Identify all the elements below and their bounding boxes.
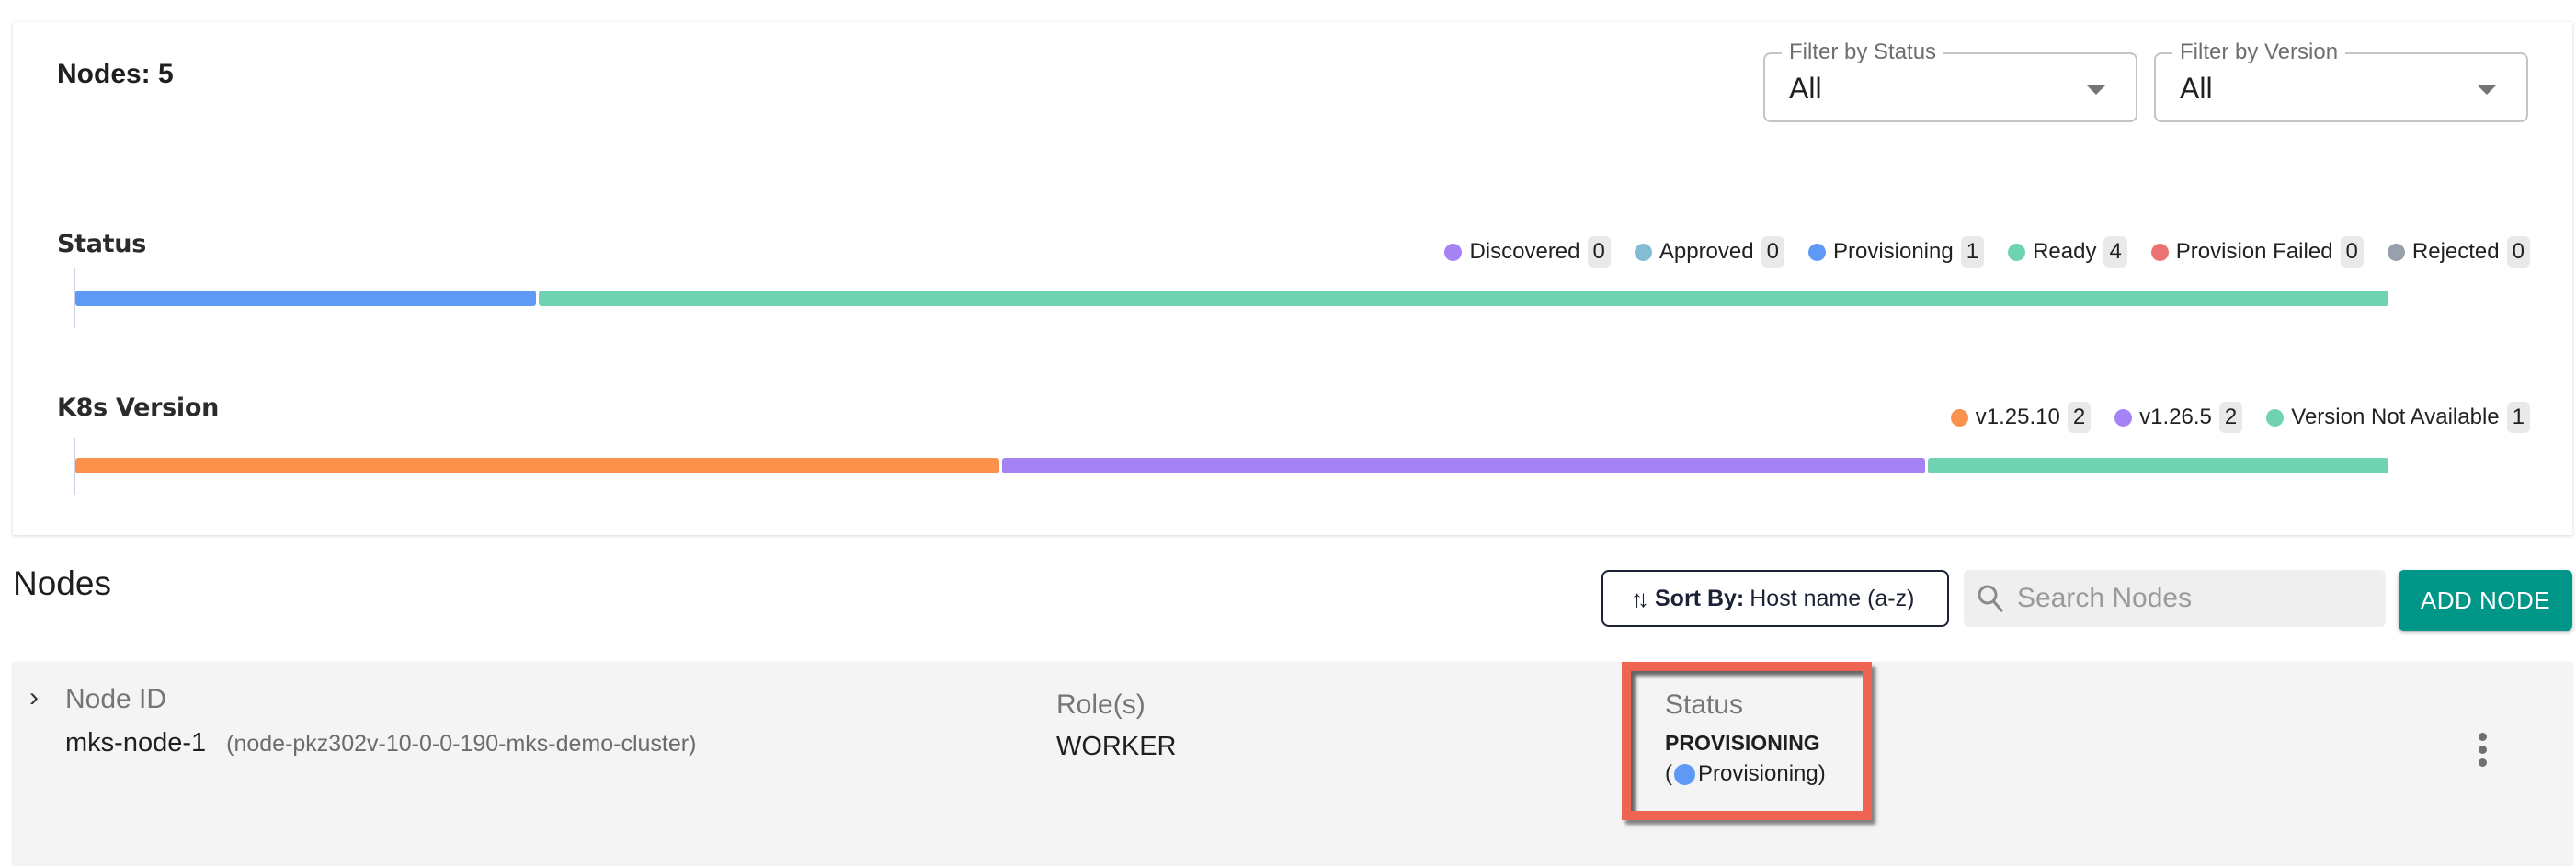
legend-item-provisioning: Provisioning 1 — [1807, 236, 1985, 268]
k8s-version-chart-legend: v1.25.10 2 v1.26.5 2 Version Not Available 1 — [1950, 402, 2530, 433]
legend-count-badge: 2 — [2218, 402, 2243, 433]
legend-item-approved: Approved 0 — [1634, 236, 1784, 268]
nodes-section-title: Nodes — [13, 564, 111, 602]
bar-segment-v1-26-5[interactable] — [1001, 458, 1926, 473]
legend-dot-icon — [1807, 243, 1826, 261]
expand-row-chevron-icon[interactable]: › — [29, 682, 39, 713]
legend-item-v1-26-5: v1.26.5 2 — [2114, 402, 2243, 433]
legend-item-v1-25-10: v1.25.10 2 — [1950, 402, 2092, 433]
legend-dot-icon — [1950, 408, 1968, 427]
sort-arrows-icon: ↑↓ — [1631, 584, 1649, 612]
legend-label: Provision Failed — [2175, 239, 2333, 264]
legend-count-badge: 4 — [2103, 236, 2127, 268]
legend-item-version-not-available: Version Not Available 1 — [2266, 402, 2530, 433]
legend-label: Ready — [2033, 239, 2097, 264]
legend-item-rejected: Rejected 0 — [2387, 236, 2530, 268]
filter-by-version-value: All — [2180, 72, 2213, 105]
legend-item-discovered: Discovered 0 — [1444, 236, 1611, 268]
k8s-version-chart-title: K8s Version — [57, 393, 220, 422]
legend-label: Provisioning — [1832, 239, 1954, 264]
legend-count-badge: 2 — [2067, 402, 2092, 433]
chevron-down-icon — [2477, 85, 2497, 95]
k8s-version-stacked-bar — [75, 458, 2391, 473]
legend-count-badge: 0 — [2340, 236, 2364, 268]
filter-by-status-select[interactable]: Filter by Status All — [1763, 39, 2137, 122]
legend-label: Approved — [1658, 239, 1754, 264]
filter-by-status-value: All — [1789, 72, 1822, 105]
nodes-count: Nodes: 5 — [57, 59, 174, 89]
bar-segment-ready[interactable] — [538, 291, 2388, 306]
add-node-button[interactable]: ADD NODE — [2399, 570, 2572, 631]
legend-dot-icon — [2387, 243, 2405, 261]
roles-value: WORKER — [1056, 732, 1177, 761]
chevron-down-icon — [2086, 85, 2106, 95]
legend-label: Discovered — [1469, 239, 1580, 264]
legend-label: v1.25.10 — [1975, 405, 2060, 429]
node-row[interactable] — [13, 662, 2572, 866]
node-name: mks-node-1 — [65, 728, 207, 758]
legend-item-ready: Ready 4 — [2008, 236, 2127, 268]
legend-label: v1.26.5 — [2139, 405, 2212, 429]
legend-dot-icon — [2008, 243, 2026, 261]
sort-by-prefix: Sort By: — [1655, 585, 1745, 611]
legend-dot-icon — [1444, 243, 1463, 261]
legend-count-badge: 1 — [1960, 236, 1985, 268]
filter-by-version-select[interactable]: Filter by Version All — [2154, 39, 2528, 122]
legend-count-badge: 0 — [1761, 236, 1784, 268]
row-actions-kebab-icon[interactable] — [2479, 733, 2491, 767]
bar-segment-v1-25-10[interactable] — [75, 458, 999, 473]
node-hostname: (node-pkz302v-10-0-0-190-mks-demo-cluste… — [226, 731, 697, 757]
filter-by-status-label: Filter by Status — [1782, 39, 1944, 66]
status-chart-title: Status — [57, 230, 146, 258]
status-highlight-box — [1622, 662, 1872, 820]
filter-by-version-label: Filter by Version — [2172, 39, 2346, 66]
legend-dot-icon — [2150, 243, 2169, 261]
search-nodes-field[interactable] — [1964, 570, 2386, 627]
legend-count-badge: 0 — [1587, 236, 1611, 268]
legend-dot-icon — [2266, 408, 2285, 427]
node-id-value: mks-node-1 (node-pkz302v-10-0-0-190-mks-… — [65, 728, 696, 758]
legend-count-badge: 0 — [2506, 236, 2530, 268]
legend-dot-icon — [2114, 408, 2133, 427]
node-id-label: Node ID — [65, 684, 167, 714]
search-icon — [1978, 585, 2003, 612]
bar-segment-version-not-available[interactable] — [1928, 458, 2388, 473]
search-nodes-input[interactable] — [2015, 582, 2368, 615]
status-chart-legend: Discovered 0 Approved 0 Provisioning 1 Ready 4 P… — [1444, 236, 2530, 268]
legend-label: Version Not Available — [2291, 405, 2500, 429]
legend-item-provision-failed: Provision Failed 0 — [2150, 236, 2364, 268]
legend-count-badge: 1 — [2506, 402, 2530, 433]
bar-segment-provisioning[interactable] — [75, 291, 536, 306]
sort-by-value: Host name (a-z) — [1750, 585, 1915, 611]
sort-by-button[interactable]: ↑↓ Sort By: Host name (a-z) — [1601, 570, 1949, 627]
legend-label: Rejected — [2411, 239, 2500, 264]
status-stacked-bar — [75, 291, 2391, 306]
legend-dot-icon — [1634, 243, 1652, 261]
roles-label: Role(s) — [1056, 689, 1146, 720]
